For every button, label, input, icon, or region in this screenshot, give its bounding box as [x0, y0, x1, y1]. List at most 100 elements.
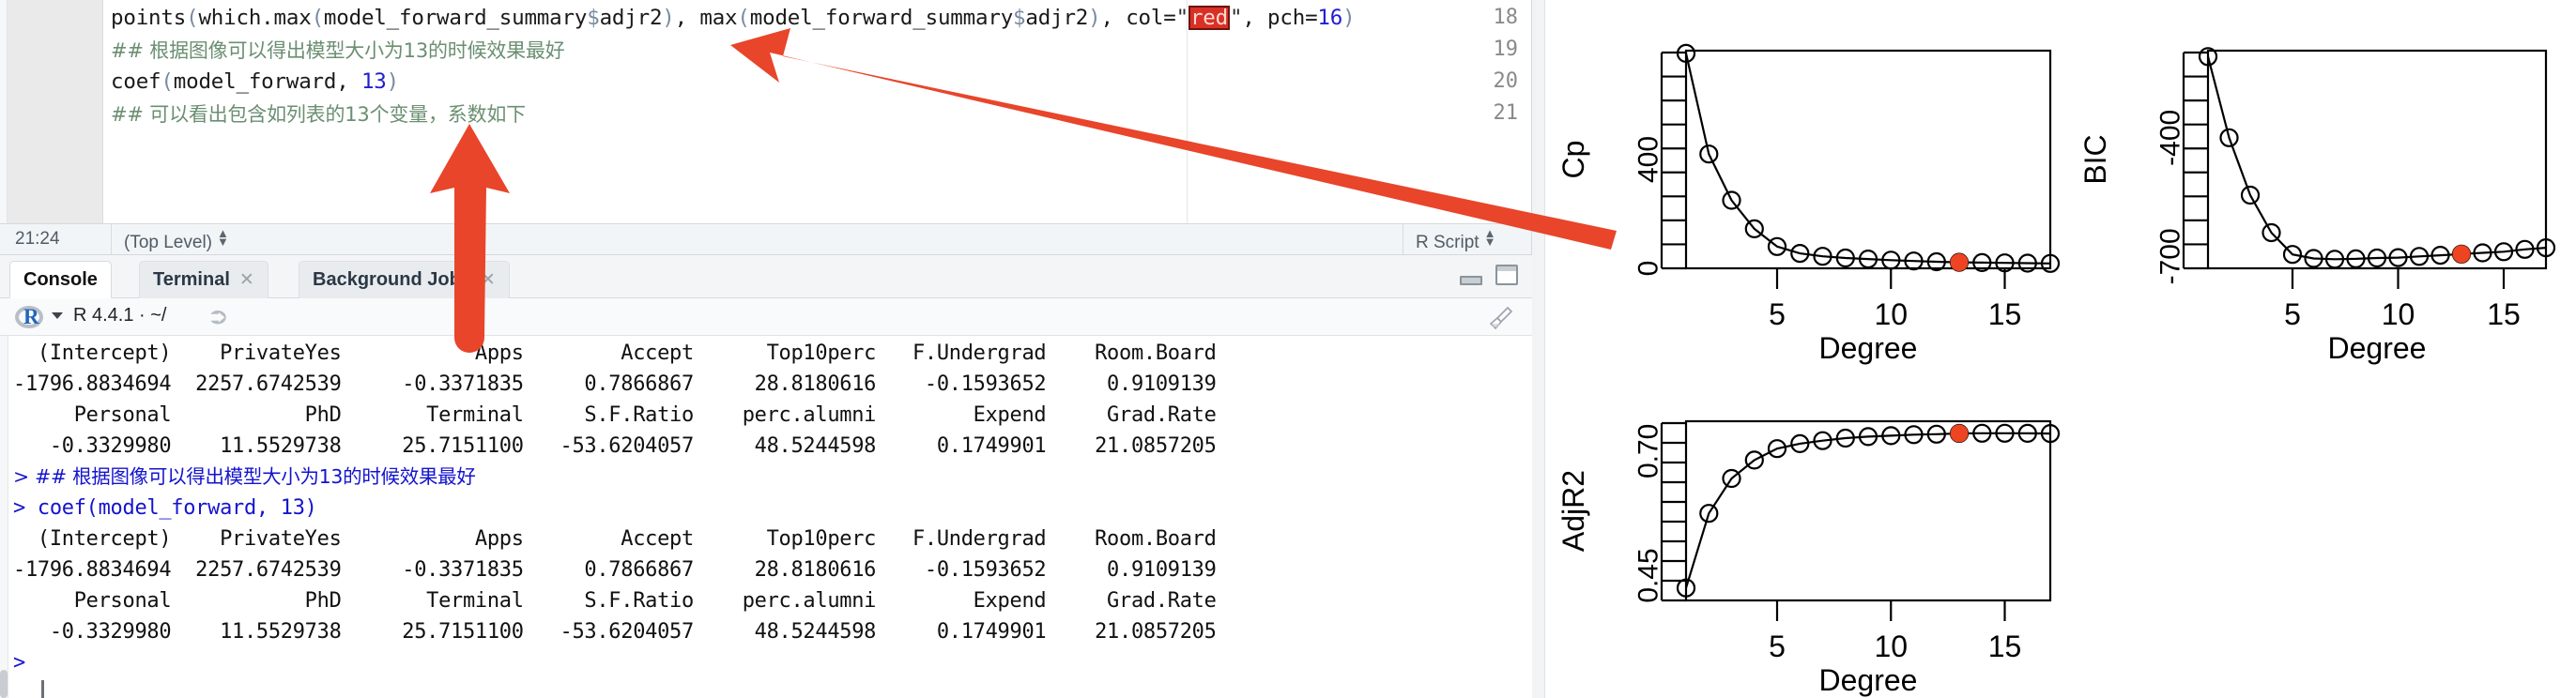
console-scroll-rail[interactable] [0, 336, 8, 698]
bic-plot[interactable]: -700 -400 BIC 5 10 15 Degree [2067, 19, 2563, 366]
highlight-point [1950, 253, 1969, 272]
plot-frame [1684, 49, 2052, 270]
plots-pane[interactable]: 0 400 Cp 5 10 15 Degree -700 -400 BIC 5 10 15 Degree… [1532, 0, 2576, 698]
code-token-12: $ [1013, 6, 1026, 30]
editor-status-bar: 21:24 (Top Level) ▲ ▼ R Script ▲ ▼ [0, 223, 1532, 255]
console-output-line: -0.3329980 11.5529738 25.7151100 -53.620… [13, 620, 1217, 644]
console-pane[interactable]: Console Terminal ✕ Background Jobs ✕ R R 4… [0, 255, 1532, 698]
plot-frame [2206, 49, 2548, 270]
code-token-14: ) [1088, 6, 1101, 30]
code-line-21[interactable]: ## 可以看出包含如列表的13个变量，系数如下 [111, 99, 526, 130]
minimize-icon[interactable] [1459, 265, 1483, 287]
pane-divider[interactable] [1532, 0, 1545, 698]
adjr2-plot[interactable]: 0.45 0.70 AdjR2 5 10 15 Degree [1545, 389, 2067, 698]
bic-plot-canvas: -700 -400 BIC 5 10 15 Degree [2078, 47, 2556, 365]
close-icon-background-jobs[interactable]: ✕ [481, 270, 496, 290]
code-token-19: , pch= [1242, 6, 1318, 30]
code-token-0: coef [111, 69, 161, 94]
maximize-icon[interactable] [1495, 265, 1519, 287]
status-divider [111, 224, 112, 254]
console-window-buttons [1451, 265, 1519, 287]
rstudio-window: 18 19 20 21 points(which.max(model_forwa… [0, 0, 2576, 698]
console-scroll-thumb[interactable] [0, 670, 8, 698]
code-token-7: ) [662, 6, 675, 30]
x-tick-label: 5 [2284, 297, 2301, 331]
console-line-text: > ## 根据图像可以得出模型大小为13的时候效果最好 [13, 465, 476, 488]
code-token-20: 16 [1317, 6, 1343, 30]
code-token-6: adjr2 [599, 6, 663, 30]
code-token-21: ) [1342, 6, 1356, 30]
code-token-4: model_forward_summary [323, 6, 588, 30]
cursor-position-label: 21:24 [15, 229, 60, 249]
code-token-9: max [699, 6, 738, 30]
console-output-line: (Intercept) PrivateYes Apps Accept Top10… [13, 341, 1217, 365]
code-token-16: " [1175, 6, 1189, 30]
code-token-10: ( [737, 6, 750, 30]
code-token-11: model_forward_summary [749, 6, 1014, 30]
chevron-updown-icon[interactable]: ▲ ▼ [217, 227, 229, 248]
chevron-down-icon[interactable] [52, 312, 63, 319]
highlight-point [1950, 424, 1969, 443]
console-command-line: > coef(model_forward, 13) [13, 496, 317, 520]
highlight-point [2452, 245, 2471, 264]
tab-terminal[interactable]: Terminal ✕ [139, 261, 268, 298]
y-tick-label: 0.45 [1633, 548, 1664, 602]
broom-icon[interactable] [1487, 304, 1515, 332]
x-tick-label: 10 [2382, 297, 2415, 331]
data-line [1684, 53, 2051, 265]
line-number-20: 20 [1493, 69, 1519, 93]
code-token-3: 13 [360, 69, 387, 94]
line-number-18: 18 [1493, 6, 1519, 29]
cp-plot-canvas: 0 400 Cp 5 10 15 Degree [1556, 43, 2061, 365]
editor-scroll-rail[interactable] [0, 0, 8, 223]
console-command-line: > ## 根据图像可以得出模型大小为13的时候效果最好 [13, 462, 476, 493]
y-tick-label: 0 [1633, 261, 1664, 277]
y-tick-label: 400 [1633, 136, 1664, 183]
file-type-selector[interactable]: R Script ▲ ▼ [1416, 227, 1496, 253]
code-token-15: , col= [1100, 6, 1176, 30]
y-tick-label: 0.70 [1633, 424, 1664, 478]
y-axis-label: Cp [1556, 141, 1590, 179]
source-editor-pane[interactable]: 18 19 20 21 points(which.max(model_forwa… [0, 0, 1532, 223]
scope-label: (Top Level) [124, 233, 212, 252]
console-output-line: -1796.8834694 2257.6742539 -0.3371835 0.… [13, 558, 1217, 582]
tab-console-label: Console [23, 269, 98, 290]
code-token-0: points [111, 6, 187, 30]
tab-terminal-label: Terminal [153, 269, 230, 290]
code-token-4: ) [386, 69, 400, 94]
code-line-20[interactable]: coef(model_forward, 13) [111, 66, 399, 98]
console-cursor [41, 680, 44, 698]
file-type-label: R Script [1416, 233, 1480, 252]
y-axis-label: BIC [2078, 134, 2112, 184]
close-icon-terminal[interactable]: ✕ [239, 270, 254, 290]
r-version-label: R 4.4.1 · ~/ [73, 305, 167, 326]
console-output-line: -0.3329980 11.5529738 25.7151100 -53.620… [13, 434, 1217, 458]
chevron-updown-icon-right[interactable]: ▲ ▼ [1484, 227, 1496, 248]
code-token-2: model_forward, [173, 69, 361, 94]
x-tick-label: 15 [1988, 630, 2022, 663]
code-line-19[interactable]: ## 根据图像可以得出模型大小为13的时候效果最好 [111, 35, 565, 67]
scope-selector[interactable]: (Top Level) ▲ ▼ [124, 227, 229, 253]
console-output[interactable]: (Intercept) PrivateYes Apps Accept Top10… [0, 336, 1532, 698]
cp-plot[interactable]: 0 400 Cp 5 10 15 Degree [1545, 19, 2067, 366]
y-tick-label: -400 [2155, 110, 2186, 166]
x-tick-label: 15 [2487, 297, 2521, 331]
code-line-18[interactable]: points(which.max(model_forward_summary$a… [111, 2, 1356, 34]
x-axis-label: Degree [1819, 663, 1918, 697]
x-axis-label: Degree [1819, 331, 1918, 365]
share-arrow-icon[interactable]: ➲ [207, 303, 229, 330]
tab-background-jobs[interactable]: Background Jobs ✕ [299, 261, 510, 298]
code-token-5: $ [587, 6, 600, 30]
line-number-19: 19 [1493, 38, 1519, 61]
tab-console[interactable]: Console [9, 261, 112, 298]
x-tick-label: 15 [1988, 297, 2022, 331]
code-token-18: " [1229, 6, 1243, 30]
x-tick-label: 10 [1874, 630, 1908, 663]
x-tick-label: 10 [1874, 297, 1908, 331]
plot-frame [1684, 419, 2052, 602]
adjr2-plot-canvas: 0.45 0.70 AdjR2 5 10 15 Degree [1556, 419, 2061, 697]
x-axis-label: Degree [2328, 331, 2427, 365]
code-token-8: , [674, 6, 700, 30]
console-command-line: > [13, 651, 25, 675]
y-tick-label: -700 [2155, 228, 2186, 284]
